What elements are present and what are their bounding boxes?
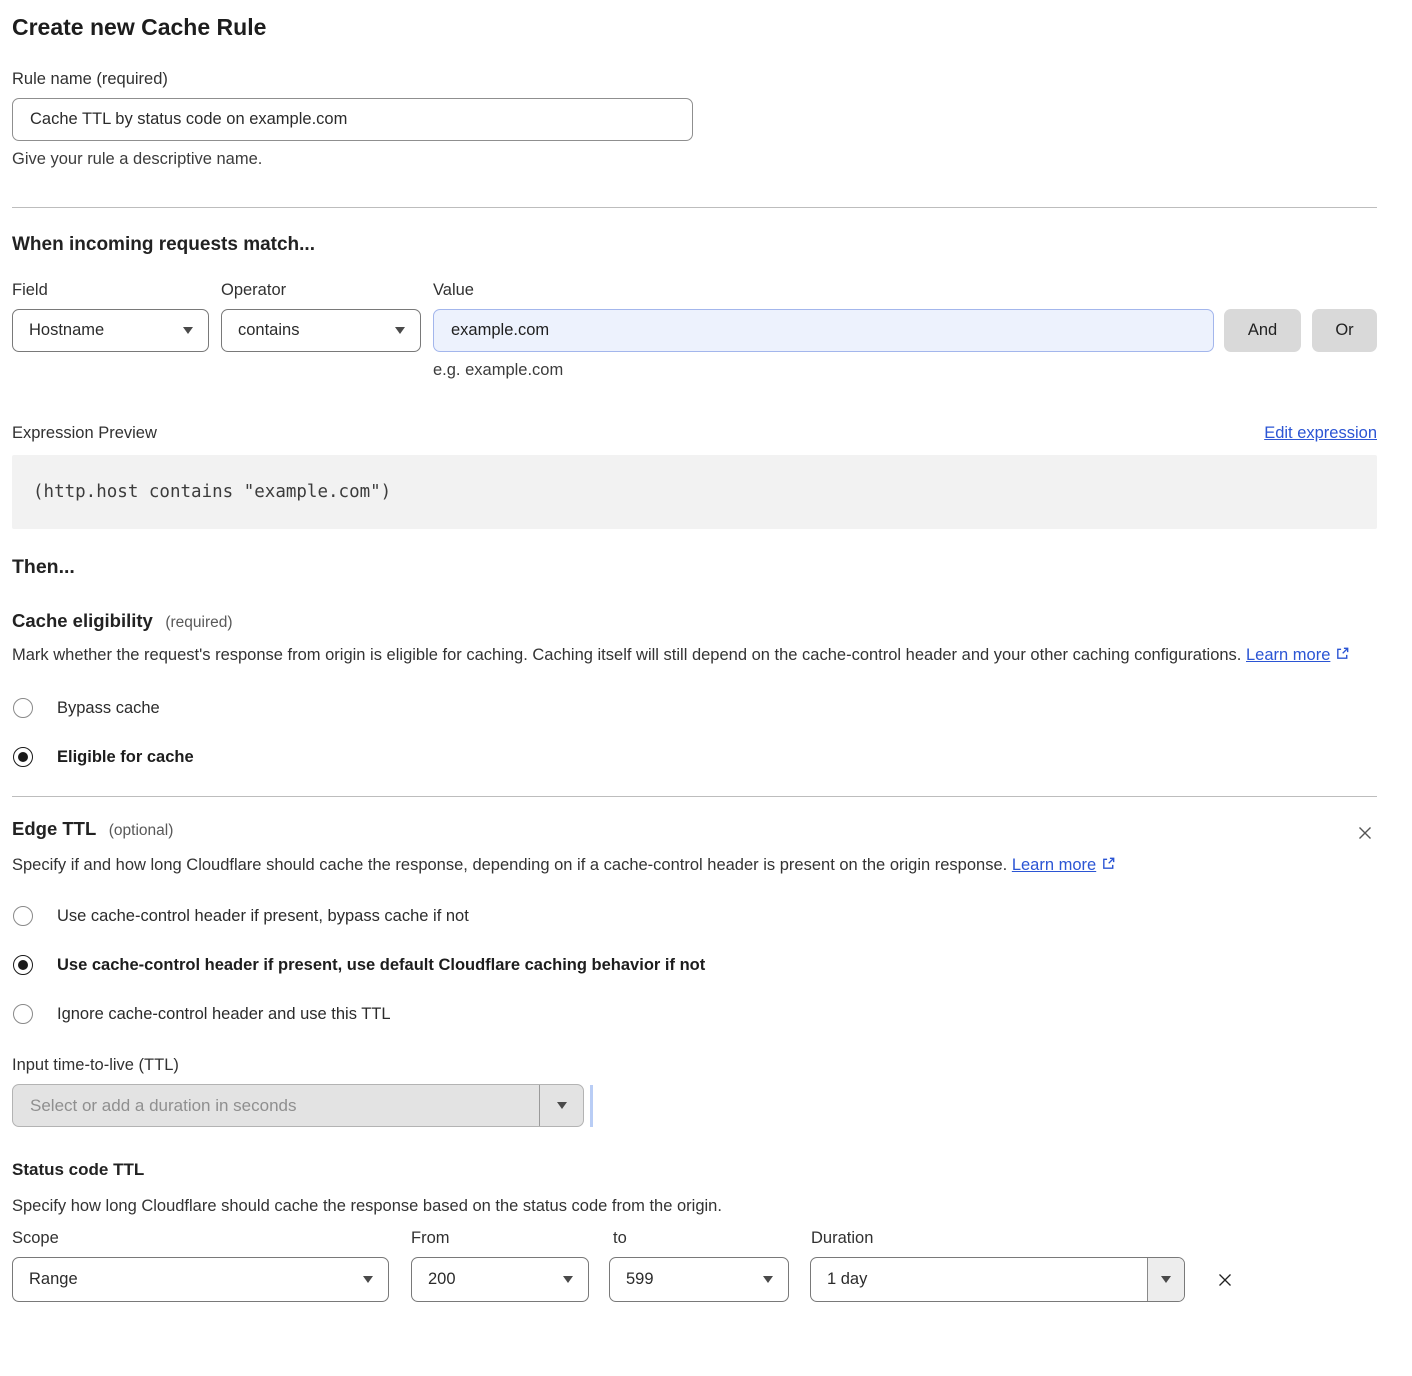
cache-eligibility-description-text: Mark whether the request's response from… (12, 646, 1241, 664)
from-select-value: 200 (428, 1270, 456, 1289)
match-labels-row: Field Operator Value (12, 281, 1377, 300)
from-label: From (411, 1229, 613, 1248)
expression-code: (http.host contains "example.com") (33, 482, 391, 502)
or-button[interactable]: Or (1312, 309, 1377, 352)
status-code-row-remove-button[interactable] (1212, 1267, 1238, 1293)
edge-ttl-heading-row: Edge TTL (optional) (12, 818, 1377, 845)
scope-label: Scope (12, 1229, 411, 1248)
radio-label: Bypass cache (57, 699, 160, 718)
external-link-icon (1335, 646, 1350, 661)
field-select[interactable]: Hostname (12, 309, 209, 352)
status-code-ttl-description: Specify how long Cloudflare should cache… (12, 1192, 1377, 1220)
cache-eligibility-description: Mark whether the request's response from… (12, 641, 1352, 669)
from-select[interactable]: 200 (411, 1257, 589, 1302)
cache-eligibility-learn-more-link[interactable]: Learn more (1246, 646, 1330, 664)
edge-ttl-description-text: Specify if and how long Cloudflare shoul… (12, 856, 1007, 874)
rule-name-help: Give your rule a descriptive name. (12, 150, 1377, 169)
cache-eligibility-heading: Cache eligibility (12, 610, 153, 631)
operator-label: Operator (221, 281, 433, 300)
to-select-value: 599 (626, 1270, 654, 1289)
expression-preview-row: Expression Preview Edit expression (12, 424, 1377, 443)
operator-select[interactable]: contains (221, 309, 421, 352)
match-controls-row: Hostname contains And Or (12, 309, 1377, 352)
then-heading: Then... (12, 556, 1377, 579)
close-icon (1214, 1269, 1236, 1291)
to-label: to (613, 1229, 811, 1248)
section-divider (12, 207, 1377, 208)
chevron-down-icon (183, 327, 193, 334)
duration-select-arrow-button[interactable] (1147, 1258, 1184, 1301)
radio-label: Ignore cache-control header and use this… (57, 1005, 391, 1024)
ttl-select-placeholder: Select or add a duration in seconds (13, 1085, 539, 1126)
radio-option-cc-ignore[interactable]: Ignore cache-control header and use this… (12, 1004, 1377, 1024)
chevron-down-icon (1161, 1276, 1171, 1283)
radio-label: Eligible for cache (57, 748, 194, 767)
value-label: Value (433, 281, 1377, 300)
field-select-value: Hostname (29, 321, 104, 340)
rule-name-label: Rule name (required) (12, 70, 1377, 89)
match-section-heading: When incoming requests match... (12, 234, 1377, 256)
radio-option-cc-bypass[interactable]: Use cache-control header if present, byp… (12, 906, 1377, 926)
edge-ttl-qualifier: (optional) (109, 822, 174, 839)
ttl-select-arrow-button (539, 1085, 583, 1126)
radio-unselected-icon[interactable] (13, 906, 33, 926)
chevron-down-icon (363, 1276, 373, 1283)
scope-select-value: Range (29, 1270, 78, 1289)
chevron-down-icon (395, 327, 405, 334)
field-label: Field (12, 281, 221, 300)
edge-ttl-description: Specify if and how long Cloudflare shoul… (12, 851, 1117, 879)
focus-caret-bar (590, 1085, 593, 1127)
close-icon (1355, 823, 1375, 843)
ttl-input-row: Select or add a duration in seconds (12, 1084, 1377, 1127)
status-code-labels-row: Scope From to Duration (12, 1229, 1377, 1248)
value-help: e.g. example.com (433, 361, 1377, 380)
duration-select-value: 1 day (811, 1258, 1147, 1301)
radio-option-cc-default[interactable]: Use cache-control header if present, use… (12, 955, 1377, 975)
section-divider (12, 796, 1377, 797)
radio-option-bypass-cache[interactable]: Bypass cache (12, 698, 1377, 718)
chevron-down-icon (763, 1276, 773, 1283)
external-link-icon (1101, 856, 1116, 871)
page-title: Create new Cache Rule (12, 0, 1377, 41)
create-cache-rule-form: Create new Cache Rule Rule name (require… (12, 0, 1377, 1302)
scope-select[interactable]: Range (12, 1257, 389, 1302)
ttl-input-label: Input time-to-live (TTL) (12, 1056, 1377, 1075)
edge-ttl-close-button[interactable] (1353, 821, 1377, 845)
expression-preview-label: Expression Preview (12, 424, 157, 443)
status-code-controls-row: Range 200 599 1 day (12, 1257, 1377, 1302)
radio-unselected-icon[interactable] (13, 1004, 33, 1024)
edit-expression-link[interactable]: Edit expression (1264, 424, 1377, 443)
edge-ttl-learn-more-link[interactable]: Learn more (1012, 856, 1096, 874)
cache-eligibility-qualifier: (required) (165, 614, 232, 631)
chevron-down-icon (557, 1102, 567, 1109)
radio-unselected-icon[interactable] (13, 698, 33, 718)
value-input[interactable] (433, 309, 1214, 352)
radio-option-eligible-for-cache[interactable]: Eligible for cache (12, 747, 1377, 767)
and-button[interactable]: And (1224, 309, 1301, 352)
operator-select-value: contains (238, 321, 299, 340)
duration-select[interactable]: 1 day (810, 1257, 1185, 1302)
rule-name-input[interactable] (12, 98, 693, 141)
duration-label: Duration (811, 1229, 873, 1248)
chevron-down-icon (563, 1276, 573, 1283)
radio-label: Use cache-control header if present, use… (57, 956, 705, 975)
expression-code-block: (http.host contains "example.com") (12, 455, 1377, 529)
cache-eligibility-heading-row: Cache eligibility (required) (12, 610, 1377, 632)
to-select[interactable]: 599 (609, 1257, 789, 1302)
edge-ttl-heading: Edge TTL (12, 818, 96, 839)
radio-selected-icon[interactable] (13, 955, 33, 975)
status-code-ttl-heading: Status code TTL (12, 1160, 1377, 1180)
radio-selected-icon[interactable] (13, 747, 33, 767)
radio-label: Use cache-control header if present, byp… (57, 907, 469, 926)
ttl-duration-select-disabled: Select or add a duration in seconds (12, 1084, 584, 1127)
